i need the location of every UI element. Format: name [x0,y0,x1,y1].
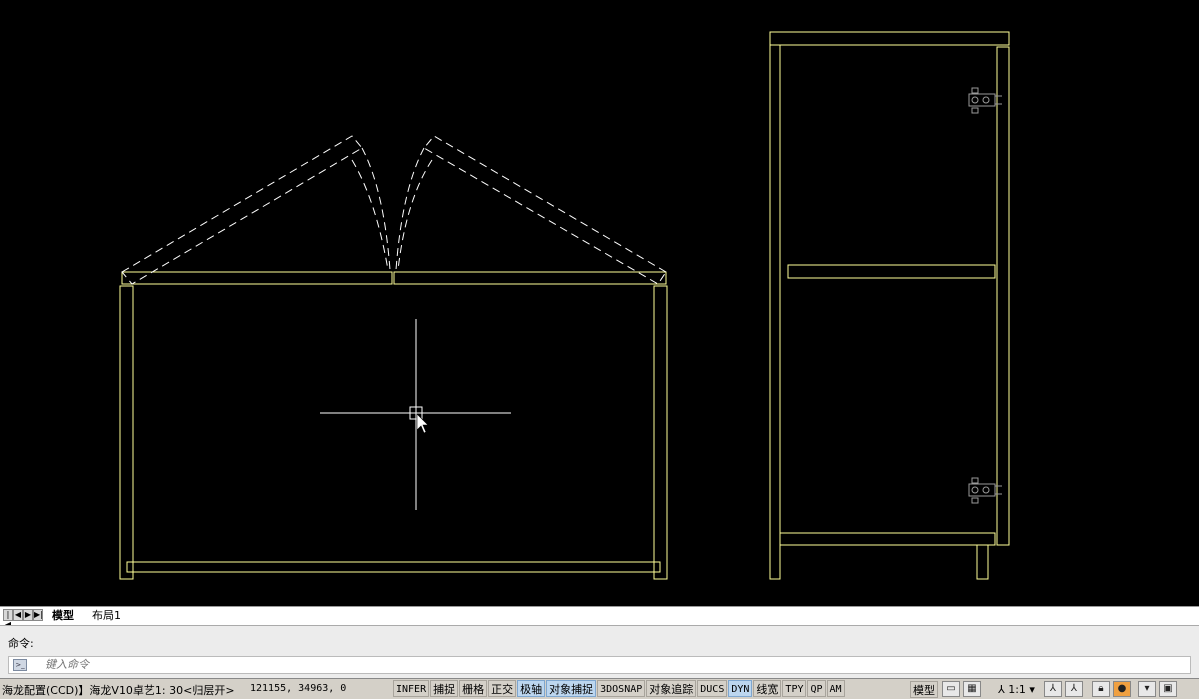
lock-icon[interactable]: 🔒︎ [1091,681,1110,697]
annotation-scale-value: 1:1 [1008,682,1026,696]
tab-model[interactable]: 模型 [48,608,78,624]
toggle-infer[interactable]: INFER [393,680,430,697]
side-top-panel [769,31,1010,46]
toggle-dyn[interactable]: DYN [728,680,753,697]
right-status-area: 模型 ▭ ▦ ⅄ 1:1 ▾ ⅄ ⅄ 🔒︎ ● ▾ ▣ [910,680,1180,698]
side-door-panel [996,46,1010,546]
profile-text: 海龙配置(CCD)】海龙V10卓艺1: 30<归层开> [2,684,235,697]
right-top-flap [393,271,667,285]
status-bar: 海龙配置(CCD)】海龙V10卓艺1: 30<归层开> 121155, 3496… [0,678,1199,699]
toggle-tpy[interactable]: TPY [782,680,807,697]
annotation-scale-button[interactable]: ⅄ 1:1 ▾ [996,681,1037,698]
toggle-3dosnap[interactable]: 3DOSNAP [597,680,646,697]
side-bottom-panel [779,532,996,546]
layout-quick-icon[interactable]: ▭ [942,681,960,697]
right-side-panel [653,285,668,580]
command-history: 命令: [8,637,34,650]
toggle-am[interactable]: AM [826,680,845,697]
side-view [769,31,1010,580]
layout-tab-bar: |◀ ◀ ▶ ▶| 模型 布局1 [0,606,1199,629]
toggle-ducs[interactable]: DUCS [697,680,728,697]
bottom-panel [126,561,661,573]
nav-prev-button[interactable]: ◀ [13,609,23,621]
left-swing-arc [361,147,391,271]
side-front-foot [976,544,989,580]
toggle--5[interactable]: 对象捕捉 [546,680,597,697]
command-prompt-icon[interactable]: >_ [13,659,27,671]
command-window: 命令: >_ [0,625,1199,678]
annotation-scale-icon: ⅄ [998,682,1009,696]
status-menu-icon[interactable]: ▾ [1137,681,1156,697]
nav-next-button[interactable]: ▶ [23,609,33,621]
drawing-canvas[interactable] [0,0,1199,606]
crosshair-cursor [320,319,511,510]
auto-scale-icon[interactable]: ⅄ [1064,681,1083,697]
left-open-flap [121,135,363,285]
drawing-quick-icon[interactable]: ▦ [963,681,981,697]
left-side-panel [119,285,134,580]
open-flap-dashed [121,135,667,285]
drafting-toggles: INFER 捕捉 栅格 正交 极轴 对象捕捉 3DOSNAP 对象追踪 DUCS DYN 线宽 TPY… [393,680,846,698]
toggle--3[interactable]: 正交 [488,680,517,697]
toggle--10[interactable]: 线宽 [753,680,782,697]
nav-last-button[interactable]: ▶| [33,609,43,621]
command-input[interactable] [45,657,945,673]
toggle-qp[interactable]: QP [807,680,826,697]
tab-layout1[interactable]: 布局1 [88,608,125,624]
toggle--1[interactable]: 捕捉 [430,680,459,697]
toggle--7[interactable]: 对象追踪 [646,680,697,697]
left-top-flap [121,271,393,285]
toggle--2[interactable]: 栅格 [459,680,488,697]
left-swing-arc-inner [351,159,389,271]
side-shelf [787,264,996,279]
nav-first-button[interactable]: |◀ [3,609,13,629]
hardware-accel-icon[interactable]: ● [1112,681,1131,697]
model-space-button[interactable]: 模型 [910,680,938,698]
clean-screen-icon[interactable]: ▣ [1158,681,1177,697]
toggle--4[interactable]: 极轴 [517,680,546,697]
side-back-panel [769,44,781,580]
command-line[interactable]: >_ [8,656,1191,674]
front-view [119,271,668,580]
annotation-visibility-icon[interactable]: ⅄ [1043,681,1062,697]
right-open-flap [423,135,667,285]
coordinate-readout[interactable]: 121155, 34963, 0 [250,683,346,694]
